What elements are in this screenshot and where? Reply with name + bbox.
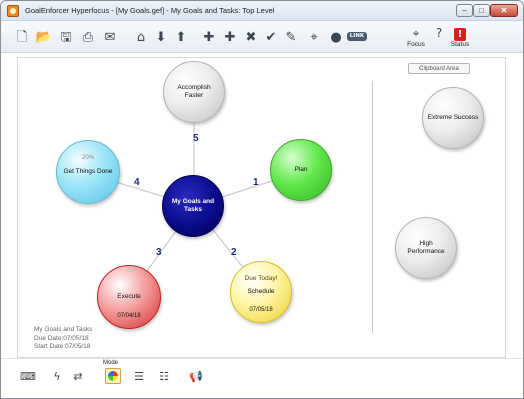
goal-bubble-schedule[interactable]: Due Today! Schedule 07/05/18: [230, 261, 292, 323]
mode-label: Mode: [103, 360, 119, 366]
list-mode-icon[interactable]: ☰: [131, 368, 147, 384]
goal-bubble-execute[interactable]: Execute 07/04/18: [97, 265, 161, 329]
info-start-date: Start Date:07/05/18: [34, 343, 91, 350]
goal-percent: 20%: [81, 155, 94, 161]
goal-order-number: 1: [253, 177, 259, 188]
app-window: GoalEnforcer Hyperfocus - [My Goals.gef]…: [0, 0, 524, 399]
goal-order-number: 4: [134, 177, 140, 188]
center-goal-my-goals-and-tasks[interactable]: My Goals and Tasks: [162, 175, 224, 237]
print-icon[interactable]: ⎙: [80, 29, 96, 45]
selected-goal-info: My Goals and Tasks Due Date:07/05/18 Sta…: [34, 326, 92, 352]
due-today-text: Due Today!: [244, 275, 278, 282]
home-icon[interactable]: ⌂: [133, 29, 149, 45]
goal-label: Accomplish Faster: [177, 84, 211, 99]
focus-label: Focus: [407, 41, 425, 48]
delete-icon[interactable]: ✖: [243, 29, 259, 45]
status-button[interactable]: ! Status: [445, 26, 475, 48]
bubble-mode-button[interactable]: [105, 368, 121, 384]
title-bar: GoalEnforcer Hyperfocus - [My Goals.gef]…: [1, 1, 523, 21]
new-icon[interactable]: 🗋: [14, 29, 30, 45]
open-icon[interactable]: 📂: [36, 29, 52, 45]
toolbar: 🗋 📂 🖫 ⎙ ✉ ⌂ ⬇ ⬆ ✚ ✚ ✖ ✔ ✎ ⌖ ● LINK ⌖ Foc…: [1, 21, 523, 53]
goal-order-number: 2: [231, 247, 237, 258]
center-goal-label: My Goals and Tasks: [171, 198, 215, 213]
status-alert-icon: !: [454, 28, 466, 41]
clipboard-bubble-extreme-success[interactable]: Extreme Success: [422, 87, 484, 149]
goal-order-number: 5: [193, 133, 199, 144]
keyboard-icon[interactable]: ⌨: [20, 368, 36, 384]
goal-label: Execute: [117, 293, 141, 300]
announce-icon[interactable]: 📢: [188, 368, 204, 384]
add-icon[interactable]: ✚: [201, 29, 217, 45]
bubble-mode-icon: [108, 371, 118, 381]
goal-date: 07/04/18: [117, 313, 141, 319]
gantt-mode-icon[interactable]: ☷: [156, 368, 172, 384]
goal-label: Schedule: [247, 288, 275, 295]
arrow-down-icon[interactable]: ⬇: [153, 29, 169, 45]
status-label: Status: [450, 41, 470, 48]
clipboard-area-label: Clipboard Area: [408, 63, 470, 74]
clipboard-item-label: High Performance: [407, 240, 445, 255]
goal-label: Plan: [294, 166, 308, 173]
goal-bubble-plan[interactable]: Plan: [270, 139, 332, 201]
goal-bubble-accomplish-faster[interactable]: Accomplish Faster: [163, 61, 225, 123]
clipboard-icon[interactable]: ●: [328, 29, 344, 45]
complete-checkmark-icon[interactable]: ✔: [263, 29, 279, 45]
window-title: GoalEnforcer Hyperfocus - [My Goals.gef]…: [25, 6, 275, 15]
lightning-icon[interactable]: ϟ: [49, 368, 65, 384]
goal-date: 07/05/18: [249, 307, 273, 313]
add-subgoal-icon[interactable]: ✚: [222, 29, 238, 45]
clipboard-bubble-high-performance[interactable]: High Performance: [395, 217, 457, 279]
save-icon[interactable]: 🖫: [58, 29, 74, 45]
info-due-date: Due Date:07/05/18: [34, 334, 89, 342]
edit-notes-icon[interactable]: ✎: [283, 29, 299, 45]
goal-map-canvas[interactable]: Clipboard Area Accomplish Faster 5 Plan …: [17, 57, 506, 358]
app-logo-icon: [7, 5, 19, 17]
close-button[interactable]: ✕: [490, 4, 518, 17]
maximize-button[interactable]: □: [473, 4, 490, 17]
goal-bubble-get-things-done[interactable]: 20% Get Things Done: [56, 140, 120, 204]
link-button[interactable]: LINK: [347, 32, 367, 41]
minimize-button[interactable]: –: [456, 4, 473, 17]
clipboard-divider: [372, 81, 373, 333]
bottom-toolbar: Mode ⌨ ϟ ⇄ ☰ ☷ 📢: [1, 358, 523, 398]
target-icon[interactable]: ⌖: [306, 29, 322, 45]
info-title: My Goals and Tasks: [34, 326, 93, 333]
swap-icon[interactable]: ⇄: [70, 368, 86, 384]
email-icon[interactable]: ✉: [102, 29, 118, 45]
goal-label: Get Things Done: [63, 168, 113, 175]
goal-order-number: 3: [156, 247, 162, 258]
clipboard-item-label: Extreme Success: [427, 114, 479, 121]
arrow-up-icon[interactable]: ⬆: [173, 29, 189, 45]
